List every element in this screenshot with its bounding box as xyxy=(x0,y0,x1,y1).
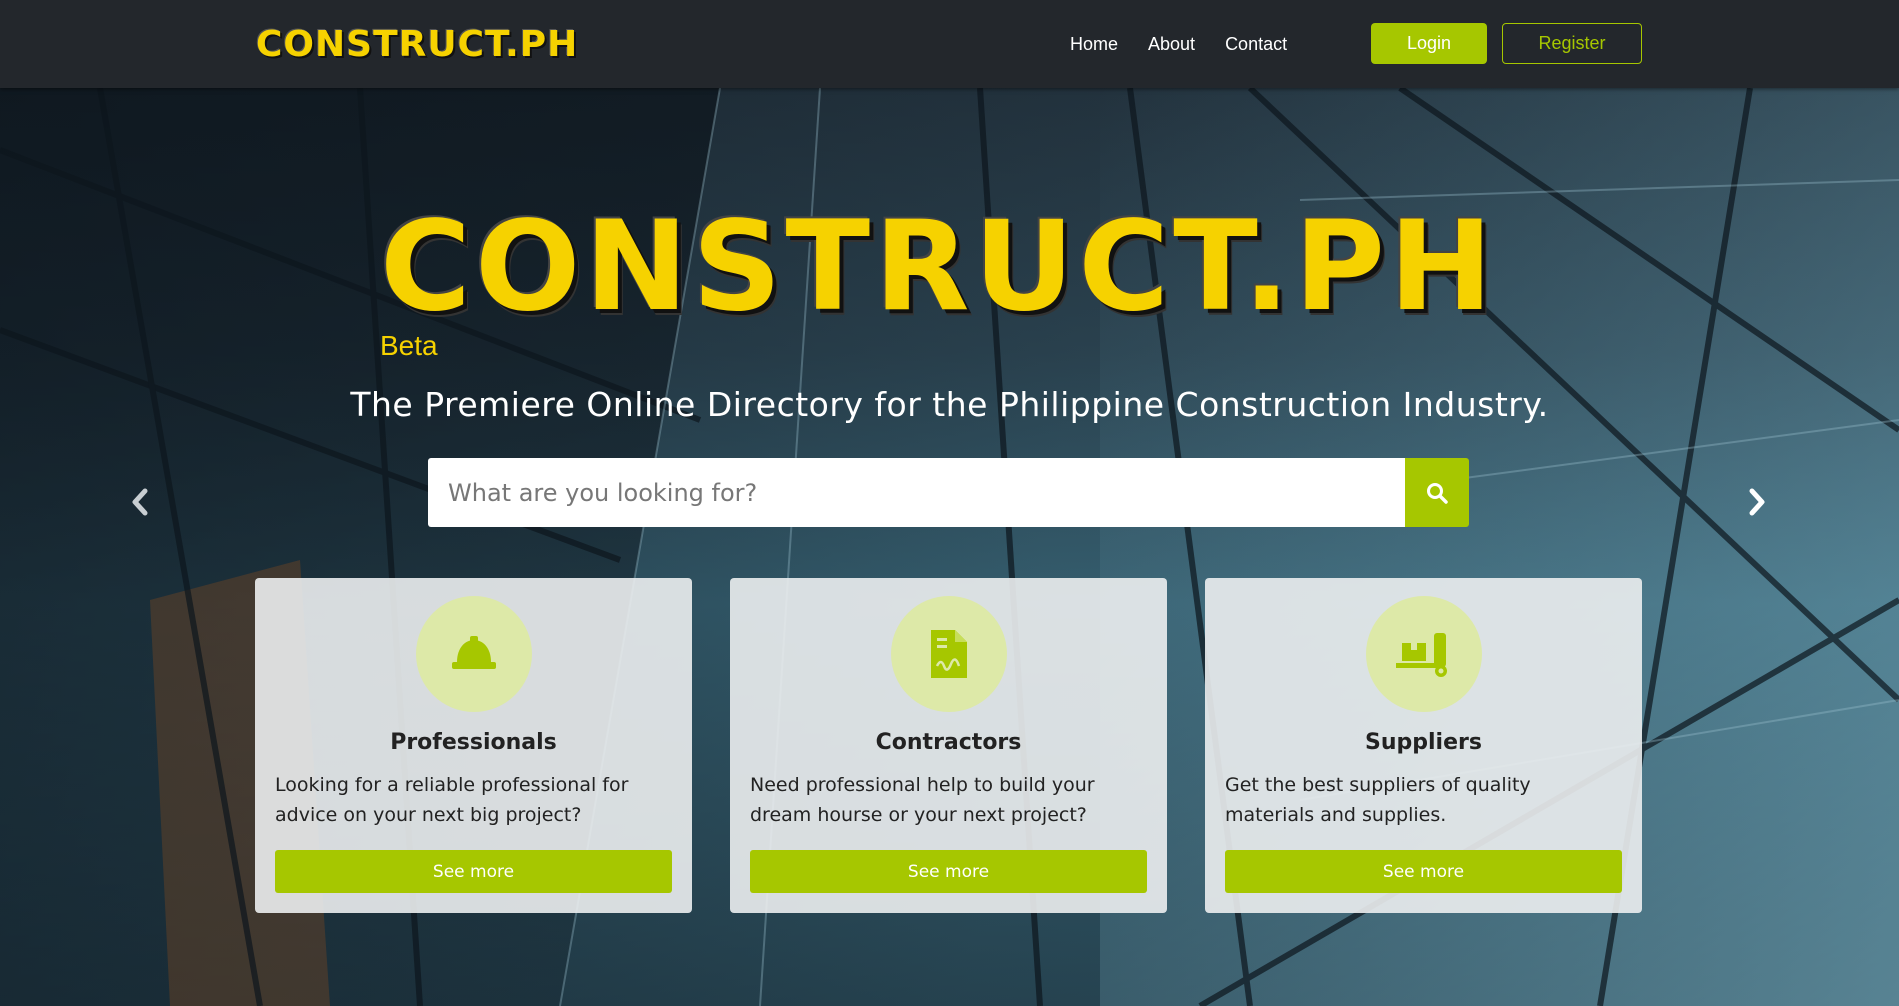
search-button[interactable] xyxy=(1405,458,1469,527)
card-contractors: Contractors Need professional help to bu… xyxy=(730,578,1167,913)
login-button[interactable]: Login xyxy=(1371,23,1487,64)
card-icon-circle xyxy=(890,596,1007,712)
beta-label: Beta xyxy=(380,330,438,361)
hard-hat-icon xyxy=(451,636,496,669)
search-bar xyxy=(428,458,1469,527)
hero-logo: CONSTRUCT.PH xyxy=(380,185,1520,339)
chevron-left-icon xyxy=(132,488,148,516)
navbar-logo[interactable]: CONSTRUCT.PH xyxy=(256,20,577,68)
dolly-boxes-icon xyxy=(1395,633,1447,677)
navbar-logo-text: CONSTRUCT.PH xyxy=(256,23,579,65)
hero-tagline: The Premiere Online Directory for the Ph… xyxy=(350,385,1549,424)
card-title: Suppliers xyxy=(1365,730,1482,755)
chevron-right-icon xyxy=(1749,488,1765,516)
see-more-suppliers-button[interactable]: See more xyxy=(1225,850,1622,893)
register-button[interactable]: Register xyxy=(1502,23,1642,64)
card-description: Looking for a reliable professional for … xyxy=(275,774,629,826)
nav-link-home[interactable]: Home xyxy=(1070,34,1118,55)
top-navbar: CONSTRUCT.PH Home About Contact Login Re… xyxy=(0,0,1899,88)
carousel-prev-button[interactable] xyxy=(120,482,160,522)
card-title: Professionals xyxy=(390,730,557,755)
nav-link-about[interactable]: About xyxy=(1148,34,1195,55)
search-icon xyxy=(1427,482,1448,504)
nav-link-contact[interactable]: Contact xyxy=(1225,34,1287,55)
carousel-next-button[interactable] xyxy=(1737,482,1777,522)
card-title: Contractors xyxy=(875,730,1022,755)
see-more-contractors-button[interactable]: See more xyxy=(750,850,1147,893)
hero-logo-text: CONSTRUCT.PH xyxy=(380,195,1497,339)
search-input[interactable] xyxy=(428,458,1405,527)
card-suppliers: Suppliers Get the best suppliers of qual… xyxy=(1205,578,1642,913)
card-icon-circle xyxy=(1365,596,1482,712)
card-description: Get the best suppliers of quality materi… xyxy=(1225,774,1531,826)
nav-links: Home About Contact xyxy=(1070,0,1287,88)
contract-document-icon xyxy=(930,630,967,678)
card-professionals: Professionals Looking for a reliable pro… xyxy=(255,578,692,913)
card-description: Need professional help to build your dre… xyxy=(750,774,1095,826)
card-icon-circle xyxy=(415,596,532,712)
see-more-professionals-button[interactable]: See more xyxy=(275,850,672,893)
